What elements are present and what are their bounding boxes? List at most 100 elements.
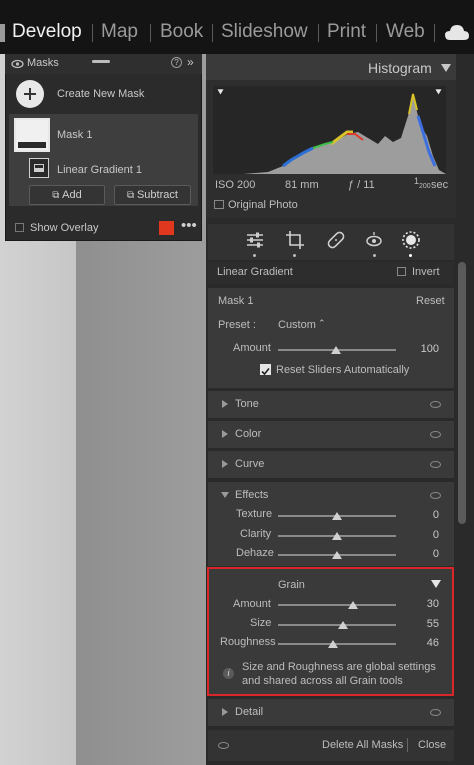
effects-visibility-icon[interactable] — [430, 492, 441, 499]
module-print[interactable]: Print — [327, 21, 366, 43]
effects-label: Effects — [235, 489, 269, 501]
healing-icon[interactable] — [326, 230, 346, 250]
texture-slider-thumb[interactable] — [332, 512, 342, 520]
grain-size-value[interactable]: 55 — [399, 618, 439, 630]
module-develop[interactable]: Develop — [12, 21, 82, 43]
original-photo-checkbox[interactable] — [214, 200, 224, 209]
reset-button[interactable]: Reset — [416, 295, 445, 307]
grain-amount-value[interactable]: 30 — [399, 598, 439, 610]
mask-thumbnail[interactable] — [14, 118, 50, 152]
curve-label: Curve — [235, 458, 265, 470]
grain-roughness-slider-thumb[interactable] — [328, 640, 338, 648]
add-button[interactable]: ⧉ Add — [29, 185, 105, 205]
histogram-aperture: ƒ / 11 — [348, 179, 375, 191]
color-label: Color — [235, 428, 262, 440]
histogram-collapse-icon[interactable] — [441, 64, 451, 72]
module-separator — [376, 24, 377, 42]
grain-size-slider-track[interactable] — [278, 624, 396, 626]
grain-amount-slider-thumb[interactable] — [348, 601, 358, 609]
preset-label: Preset : — [218, 319, 256, 331]
expand-icon[interactable] — [222, 430, 228, 438]
module-separator — [212, 24, 213, 42]
edit-sliders-icon[interactable] — [245, 231, 265, 249]
info-icon: i — [223, 668, 234, 679]
tone-label: Tone — [235, 398, 259, 410]
dehaze-slider-thumb[interactable] — [332, 551, 342, 559]
curve-visibility-icon[interactable] — [430, 461, 441, 468]
red-eye-icon[interactable] — [364, 230, 384, 250]
color-visibility-icon[interactable] — [430, 431, 441, 438]
invert-label: Invert — [412, 266, 440, 278]
grain-amount-slider-track[interactable] — [278, 604, 396, 606]
histogram-graph[interactable] — [213, 86, 446, 174]
close-button[interactable]: Close — [418, 739, 446, 751]
grain-size-slider-thumb[interactable] — [338, 621, 348, 629]
masking-icon[interactable] — [400, 229, 422, 251]
module-map[interactable]: Map — [101, 21, 138, 43]
collapse-icon[interactable] — [221, 492, 229, 498]
module-separator — [318, 24, 319, 42]
grain-title: Grain — [278, 579, 305, 591]
amount-label: Amount — [233, 342, 271, 354]
collapse-icon[interactable]: » — [187, 55, 194, 69]
drag-handle[interactable] — [92, 60, 110, 63]
grain-info-text: Size and Roughness are global settings a… — [242, 661, 436, 687]
dehaze-value[interactable]: 0 — [399, 548, 439, 560]
detail-label: Detail — [235, 706, 264, 718]
module-slideshow[interactable]: Slideshow — [221, 21, 308, 43]
detail-visibility-icon[interactable] — [430, 709, 441, 716]
grain-roughness-label: Roughness — [220, 636, 276, 648]
tool-indicator-dot — [373, 254, 376, 257]
expand-icon[interactable] — [222, 708, 228, 716]
reset-sliders-label: Reset Sliders Automatically — [276, 364, 410, 376]
help-icon[interactable]: ? — [171, 57, 182, 68]
reset-sliders-checkbox[interactable] — [260, 364, 271, 376]
panel-scrollbar[interactable] — [458, 262, 466, 524]
show-overlay-checkbox[interactable] — [15, 223, 24, 232]
module-web[interactable]: Web — [386, 21, 425, 43]
create-mask-label[interactable]: Create New Mask — [57, 88, 144, 100]
amount-value[interactable]: 100 — [399, 343, 439, 355]
add-button-label: Add — [62, 189, 82, 201]
tool-indicator-dot — [409, 254, 412, 257]
clarity-label: Clarity — [240, 528, 272, 540]
histogram-shutter-unit: sec — [431, 179, 449, 191]
create-mask-button[interactable] — [16, 80, 44, 108]
preset-chevron-icon[interactable]: ⌃ — [318, 318, 326, 329]
expand-icon[interactable] — [222, 460, 228, 468]
mask-type-label: Linear Gradient — [217, 266, 293, 278]
module-separator — [150, 24, 151, 42]
subtract-button[interactable]: ⧉ Subtract — [114, 185, 191, 205]
mask-settings-name: Mask 1 — [218, 295, 254, 307]
grain-dropdown-icon[interactable] — [431, 580, 441, 588]
more-options-icon[interactable]: ••• — [181, 217, 197, 234]
overlay-color-swatch[interactable] — [159, 221, 174, 235]
clarity-slider-thumb[interactable] — [332, 532, 342, 540]
show-overlay-label: Show Overlay — [30, 222, 99, 234]
grain-amount-label: Amount — [233, 598, 271, 610]
crop-icon[interactable] — [285, 230, 305, 250]
expand-icon[interactable] — [222, 400, 228, 408]
histogram-shutter-den: 200 — [419, 183, 431, 190]
component-name[interactable]: Linear Gradient 1 — [57, 164, 142, 176]
mask-visibility-icon[interactable] — [218, 742, 229, 749]
delete-all-masks-button[interactable]: Delete All Masks — [322, 739, 403, 751]
cloud-icon[interactable] — [444, 22, 470, 42]
histogram-focal: 81 mm — [285, 179, 319, 191]
eye-icon[interactable] — [11, 59, 24, 69]
tone-visibility-icon[interactable] — [430, 401, 441, 408]
amount-slider-thumb[interactable] — [331, 346, 341, 354]
grain-roughness-value[interactable]: 46 — [399, 637, 439, 649]
preset-dropdown[interactable]: Custom — [278, 319, 316, 331]
module-separator — [434, 24, 435, 42]
invert-checkbox[interactable] — [397, 267, 406, 276]
dehaze-label: Dehaze — [236, 547, 274, 559]
masks-title: Masks — [27, 57, 59, 69]
grain-size-label: Size — [250, 617, 272, 629]
linear-gradient-icon[interactable] — [29, 158, 49, 178]
clarity-value[interactable]: 0 — [399, 529, 439, 541]
texture-value[interactable]: 0 — [399, 509, 439, 521]
texture-label: Texture — [236, 508, 273, 520]
module-book[interactable]: Book — [160, 21, 203, 43]
mask-name[interactable]: Mask 1 — [57, 129, 92, 141]
